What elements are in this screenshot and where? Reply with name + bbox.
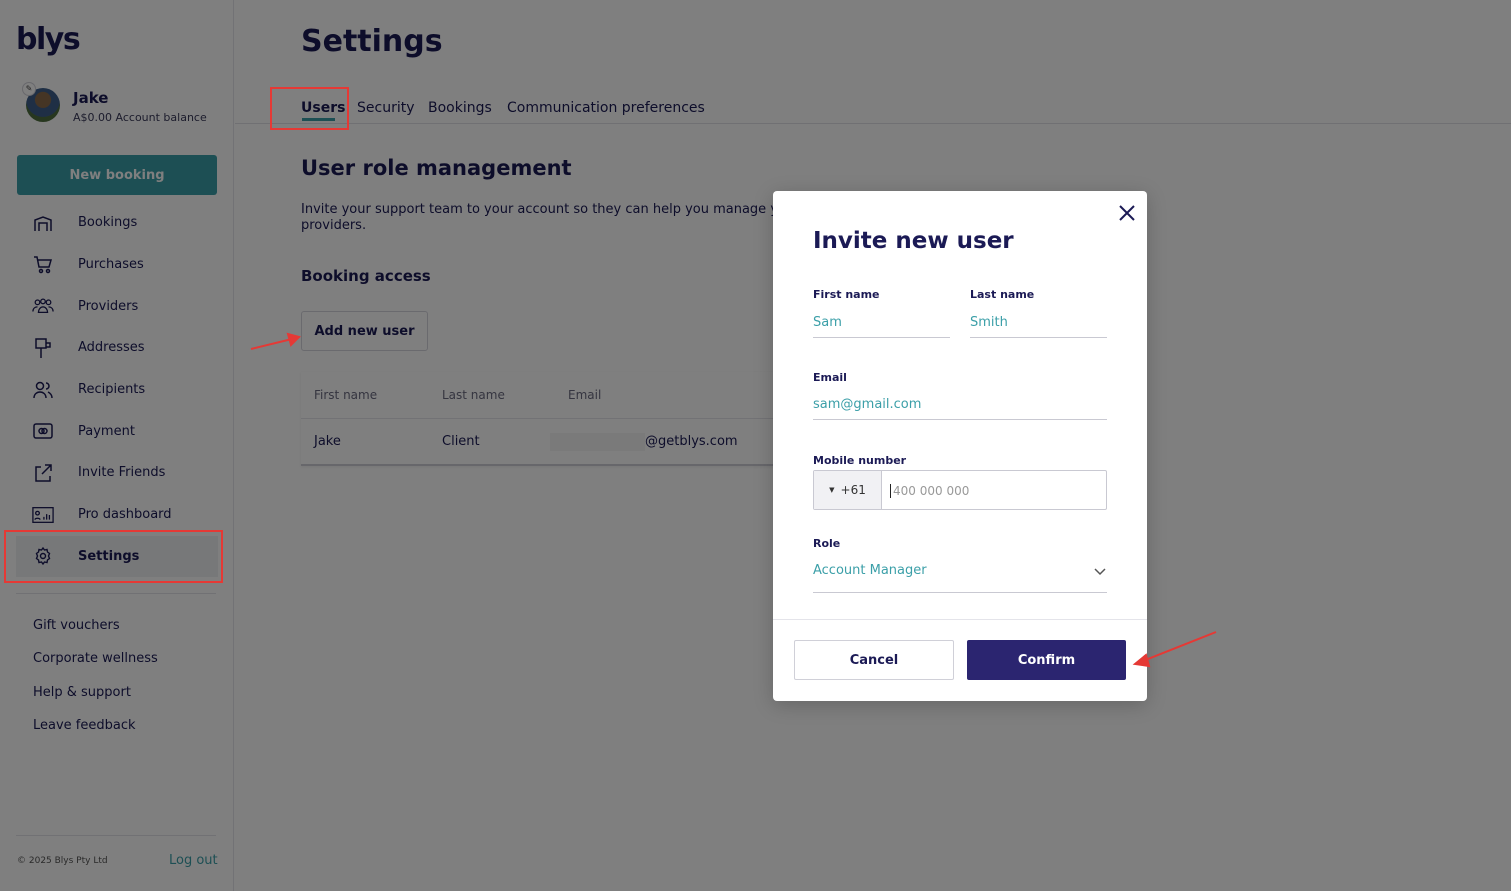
mobile-number-label: Mobile number — [813, 454, 907, 467]
last-name-input[interactable] — [970, 308, 1107, 338]
role-select[interactable]: Account Manager — [813, 559, 1107, 593]
caret-down-icon: ▼ — [829, 486, 835, 494]
invite-user-modal: Invite new user First name Last name Ema… — [773, 191, 1147, 701]
modal-backdrop[interactable] — [0, 0, 1511, 891]
role-label: Role — [813, 537, 841, 550]
highlight-users-tab — [270, 87, 349, 130]
cancel-button[interactable]: Cancel — [794, 640, 954, 680]
chevron-down-icon — [1093, 563, 1107, 577]
first-name-label: First name — [813, 288, 880, 301]
modal-title: Invite new user — [813, 228, 1014, 254]
role-value: Account Manager — [813, 563, 927, 578]
last-name-label: Last name — [970, 288, 1035, 301]
modal-footer-divider — [773, 619, 1147, 620]
email-label: Email — [813, 371, 847, 384]
mobile-number-field: ▼ +61 — [813, 470, 1107, 510]
email-input[interactable] — [813, 390, 1107, 420]
highlight-settings-item — [4, 530, 223, 583]
country-code-select[interactable]: ▼ +61 — [814, 471, 882, 509]
country-code-value: +61 — [840, 483, 866, 497]
mobile-number-input[interactable] — [890, 484, 1100, 498]
first-name-input[interactable] — [813, 308, 950, 338]
close-icon[interactable] — [1116, 202, 1138, 224]
confirm-button[interactable]: Confirm — [967, 640, 1126, 680]
